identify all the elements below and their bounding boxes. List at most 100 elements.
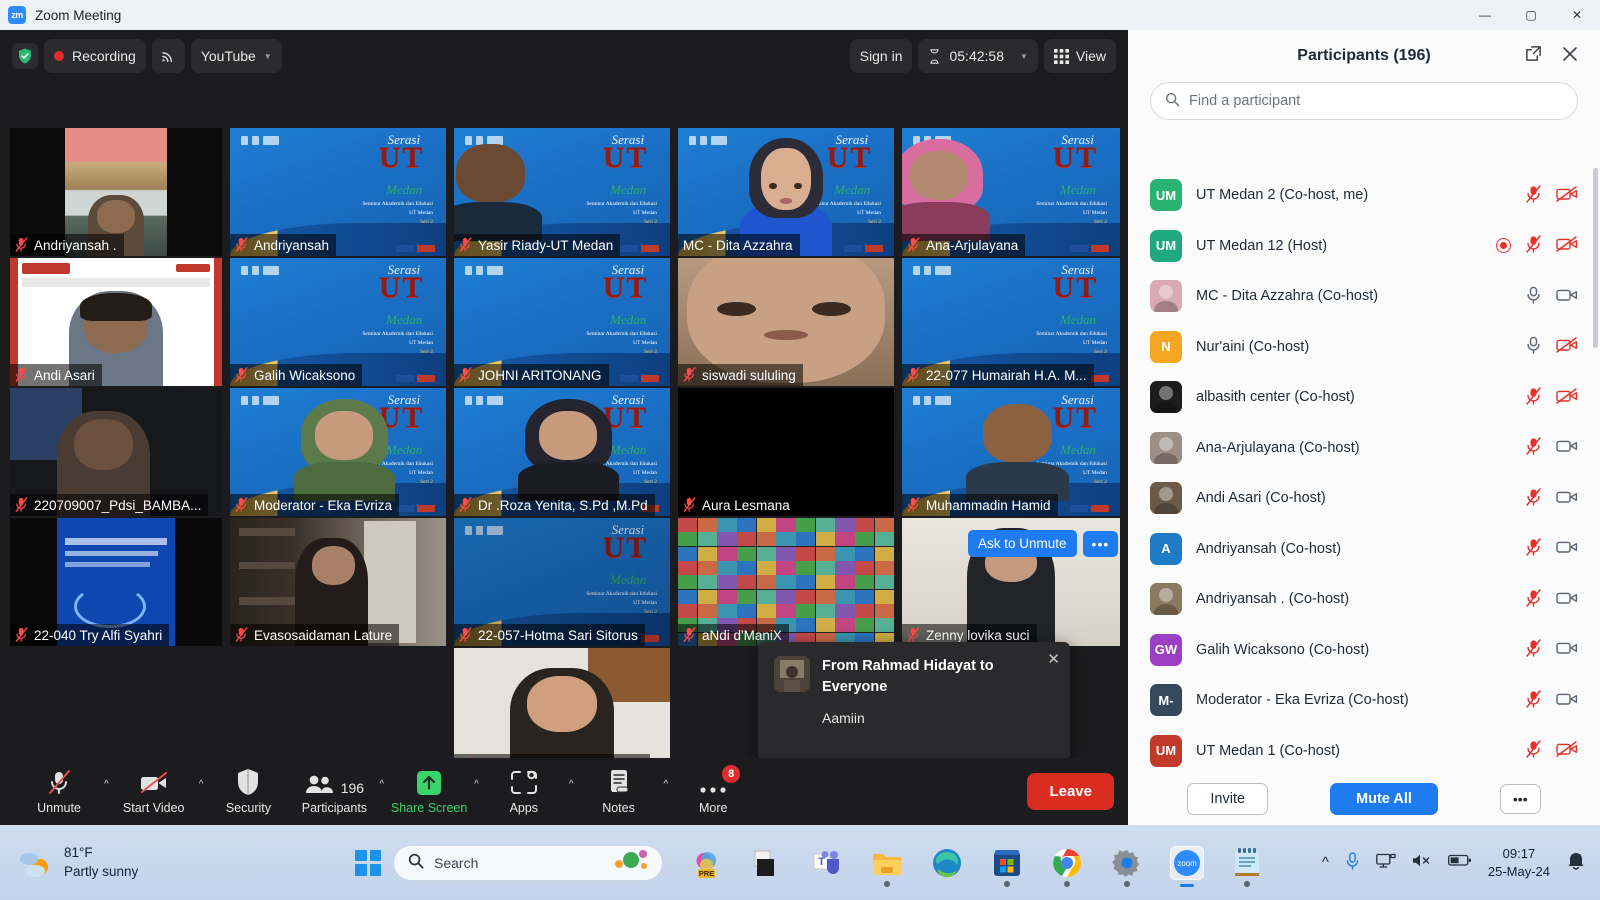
chat-toast-close-icon[interactable]: ✕ [1047,650,1060,668]
toolbar-notes-button[interactable]: Notes [576,761,662,823]
recording-indicator[interactable]: Recording [44,39,146,73]
mic-muted-icon[interactable] [1525,387,1542,408]
mic-muted-icon[interactable] [1525,185,1542,206]
video-tile[interactable]: Aura Lesmana [678,388,894,516]
participant-row[interactable]: MC - Dita Azzahra (Co-host) [1128,271,1600,322]
mic-muted-icon[interactable] [1525,639,1542,660]
video-tile[interactable]: Serasi UT Medan Seminar Akademik dan Edu… [230,388,446,516]
camera-on-icon[interactable] [1556,539,1578,558]
mic-muted-icon[interactable] [1525,437,1542,458]
video-tile[interactable]: Andi Asari [10,258,222,386]
participant-row[interactable]: N Nur'aini (Co-host) [1128,322,1600,373]
video-tile[interactable]: Serasi UT Medan Seminar Akademik dan Edu… [230,258,446,386]
video-tile[interactable]: Serasi UT Medan Seminar Akademik dan Edu… [230,128,446,256]
sign-in-button[interactable]: Sign in [849,39,913,73]
toolbar-start-video-button[interactable]: Start Video [111,761,197,823]
panel-more-options-button[interactable]: ••• [1499,784,1541,814]
participant-row[interactable]: UM UT Medan 1 (Co-host) [1128,726,1600,775]
close-button[interactable]: ✕ [1554,0,1600,30]
toolbar-apps-caret[interactable]: ^ [567,761,576,823]
camera-on-icon[interactable] [1556,438,1578,457]
taskbar-search-box[interactable]: Search [393,844,663,881]
video-tile[interactable]: Serasi UT Medan Seminar Akademik dan Edu… [902,128,1120,256]
taskbar-zoom-icon[interactable]: zoom [1170,845,1204,887]
video-tile[interactable]: Evasosaidaman Lature [230,518,446,646]
mic-muted-icon[interactable] [1525,538,1542,559]
mic-muted-icon[interactable] [1525,589,1542,610]
camera-on-icon[interactable] [1556,590,1578,609]
video-tile[interactable]: Serasi UT Medan Seminar Akademik dan Edu… [454,258,670,386]
taskbar-widgets-icon[interactable] [750,846,784,880]
taskbar-copilot-pre-icon[interactable]: PRE [690,846,724,880]
video-tile[interactable]: siswadi sululing [678,258,894,386]
video-tile[interactable]: Serasi UT Medan Seminar Akademik dan Edu… [454,518,670,646]
participant-row[interactable]: M- Moderator - Eka Evriza (Co-host) [1128,675,1600,726]
camera-on-icon[interactable] [1556,287,1578,306]
video-tile[interactable]: Serasi UT Medan Seminar Akademik dan Edu… [454,388,670,516]
livestream-indicator[interactable] [151,39,185,73]
video-tile[interactable]: 220709007_Pdsi_BAMBA... [10,388,222,516]
taskbar-microsoft-store-icon[interactable] [990,846,1024,887]
camera-off-icon[interactable] [1556,186,1578,205]
participant-row[interactable]: albasith center (Co-host) [1128,372,1600,423]
video-tile[interactable]: 222201027_Tri anita sara... [454,648,670,776]
participant-row[interactable]: A Andriyansah (Co-host) [1128,524,1600,575]
camera-on-icon[interactable] [1556,640,1578,659]
participant-row[interactable]: UM UT Medan 2 (Co-host, me) [1128,170,1600,221]
taskbar-weather-widget[interactable]: 81°F Partly sunny [18,844,138,880]
bell-dnd-icon[interactable]: z [1566,851,1586,874]
toolbar-unmute-caret[interactable]: ^ [102,761,111,823]
mic-muted-icon[interactable] [1525,235,1542,256]
meeting-timer[interactable]: 05:42:58 ▼ [918,39,1038,73]
toolbar-participants-caret[interactable]: ^ [377,761,386,823]
taskbar-notepad-icon[interactable] [1230,846,1264,887]
chat-notification-toast[interactable]: ✕ From Rahmad Hidayat to Everyone Aamiin [758,642,1070,760]
toolbar-start-video-caret[interactable]: ^ [197,761,206,823]
participant-search-box[interactable] [1150,82,1578,120]
toolbar-share-screen-button[interactable]: Share Screen [386,761,472,823]
mic-muted-icon[interactable] [1525,740,1542,761]
taskbar-file-explorer-icon[interactable] [870,846,904,887]
taskbar-settings-icon[interactable] [1110,846,1144,887]
battery-icon[interactable] [1447,854,1472,871]
volume-muted-icon[interactable] [1412,853,1432,872]
view-button[interactable]: View [1043,39,1116,73]
video-tile[interactable]: aNdi d'ManiX [678,518,894,646]
windows-start-icon[interactable] [355,849,381,876]
video-tile[interactable]: Andriyansah . [10,128,222,256]
toolbar-security-button[interactable]: Security [205,761,291,823]
taskbar-chrome-icon[interactable] [1050,846,1084,887]
mic-on-icon[interactable] [1525,286,1542,307]
video-tile[interactable]: Serasi UT Medan Seminar Akademik dan Edu… [902,388,1120,516]
toolbar-unmute-button[interactable]: Unmute [16,761,102,823]
tray-expand-caret-icon[interactable]: ^ [1322,854,1329,871]
video-tile[interactable]: Serasi UT Medan Seminar Akademik dan Edu… [678,128,894,256]
participant-row[interactable]: Andriyansah . (Co-host) [1128,574,1600,625]
close-panel-icon[interactable] [1562,46,1578,67]
participant-row[interactable]: GW Galih Wicaksono (Co-host) [1128,625,1600,676]
mic-muted-icon[interactable] [1525,690,1542,711]
camera-off-icon[interactable] [1556,388,1578,407]
video-tile[interactable]: Serasi UT Medan Seminar Akademik dan Edu… [902,258,1120,386]
video-tile[interactable]: Serasi UT Medan Seminar Akademik dan Edu… [454,128,670,256]
taskbar-clock[interactable]: 09:17 25-May-24 [1488,845,1550,880]
camera-off-icon[interactable] [1556,741,1578,760]
toolbar-participants-button[interactable]: 196 Participants [291,761,377,823]
mic-on-icon[interactable] [1525,336,1542,357]
minimize-button[interactable]: — [1462,0,1508,30]
participants-scrollbar[interactable] [1593,168,1598,348]
toolbar-notes-caret[interactable]: ^ [662,761,671,823]
camera-off-icon[interactable] [1556,236,1578,255]
toolbar-share-screen-caret[interactable]: ^ [472,761,481,823]
search-input[interactable] [1189,93,1563,109]
taskbar-edge-icon[interactable] [930,846,964,880]
toolbar-more-button[interactable]: 8 More [670,761,756,823]
tile-more-options-button[interactable]: ••• [1082,530,1119,557]
participant-row[interactable]: UM UT Medan 12 (Host) [1128,221,1600,272]
taskbar-teams-icon[interactable]: T [810,846,844,880]
camera-on-icon[interactable] [1556,489,1578,508]
participant-row[interactable]: Andi Asari (Co-host) [1128,473,1600,524]
popout-icon[interactable] [1525,45,1542,67]
display-cast-icon[interactable] [1376,853,1396,873]
invite-button[interactable]: Invite [1187,783,1269,815]
